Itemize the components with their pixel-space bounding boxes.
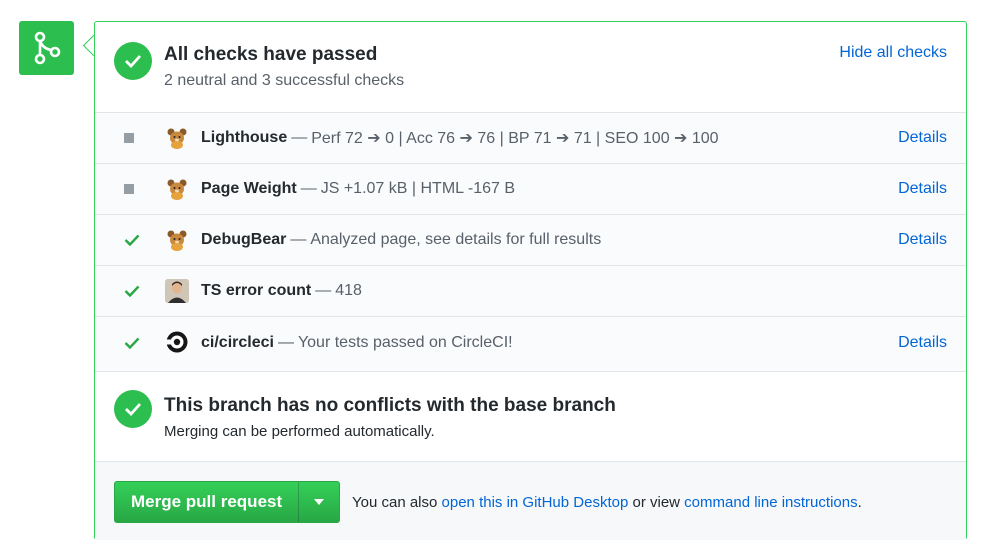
success-check-icon	[124, 317, 140, 368]
no-conflicts-icon	[114, 390, 152, 428]
details-link-circleci[interactable]: Details	[898, 317, 947, 368]
checks-passed-icon	[114, 42, 152, 80]
checks-list: Lighthouse — Perf 72 ➔ 0 | Acc 76 ➔ 76 |…	[95, 112, 966, 372]
check-description: JS +1.07 kB | HTML -167 B	[320, 180, 516, 197]
check-description: Your tests passed on CircleCI!	[297, 333, 513, 351]
check-row-circleci: ci/circleci — Your tests passed on Circl…	[95, 317, 966, 368]
bear-avatar-icon	[165, 177, 189, 201]
details-link-page-weight[interactable]: Details	[898, 164, 947, 214]
merge-branch-icon	[19, 21, 74, 75]
merge-title: This branch has no conflicts with the ba…	[164, 395, 616, 416]
command-line-instructions-link[interactable]: command line instructions	[684, 494, 857, 511]
open-github-desktop-link[interactable]: open this in GitHub Desktop	[442, 494, 629, 511]
merge-options-dropdown[interactable]	[298, 482, 339, 522]
caret-down-icon	[314, 499, 325, 505]
neutral-status-icon	[124, 164, 134, 214]
check-name: Page Weight	[201, 180, 297, 197]
check-row-lighthouse: Lighthouse — Perf 72 ➔ 0 | Acc 76 ➔ 76 |…	[95, 113, 966, 164]
check-description: 418	[335, 282, 362, 299]
merge-subtitle: Merging can be performed automatically.	[164, 423, 435, 440]
merge-button-group: Merge pull request	[114, 481, 341, 523]
merge-pull-request-button[interactable]: Merge pull request	[115, 482, 298, 522]
success-check-icon	[124, 215, 140, 265]
details-link-lighthouse[interactable]: Details	[898, 113, 947, 163]
check-name: Lighthouse	[201, 129, 288, 146]
checks-summary: All checks have passed 2 neutral and 3 s…	[95, 22, 966, 112]
bear-avatar-icon	[165, 228, 189, 252]
circleci-logo-icon	[165, 330, 189, 354]
check-description: Analyzed page, see details for full resu…	[310, 231, 602, 248]
checks-subtitle: 2 neutral and 3 successful checks	[164, 72, 405, 89]
check-description: Perf 72 ➔ 0 | Acc 76 ➔ 76 | BP 71 ➔ 71 |…	[311, 130, 719, 147]
check-row-debugbear: DebugBear — Analyzed page, see details f…	[95, 215, 966, 266]
check-name: TS error count	[201, 282, 312, 299]
details-link-debugbear[interactable]: Details	[898, 215, 947, 265]
check-name: ci/circleci	[201, 333, 274, 351]
merge-hint: You can also open this in GitHub Desktop…	[352, 493, 862, 511]
bear-avatar-icon	[165, 126, 189, 150]
check-row-page-weight: Page Weight — JS +1.07 kB | HTML -167 B …	[95, 164, 966, 215]
merge-status-panel: All checks have passed 2 neutral and 3 s…	[94, 21, 967, 540]
merge-status: This branch has no conflicts with the ba…	[95, 370, 966, 461]
success-check-icon	[124, 266, 140, 316]
checks-title: All checks have passed	[164, 44, 378, 65]
person-avatar-icon	[165, 279, 189, 303]
check-name: DebugBear	[201, 231, 287, 248]
check-row-ts-error-count: TS error count — 418	[95, 266, 966, 317]
merge-actions: Merge pull request You can also open thi…	[95, 461, 966, 540]
hide-all-checks-link[interactable]: Hide all checks	[839, 44, 947, 62]
neutral-status-icon	[124, 113, 134, 163]
